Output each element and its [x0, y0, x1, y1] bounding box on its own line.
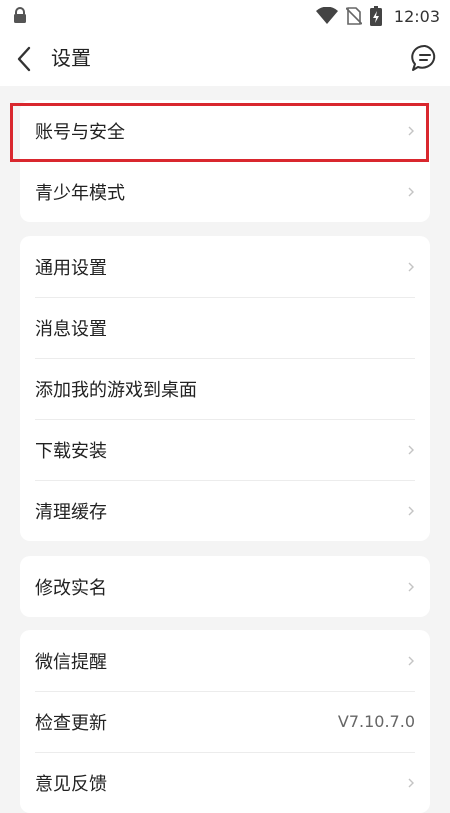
account-security-item[interactable]: 账号与安全 — [20, 100, 430, 161]
chat-bubble-icon[interactable] — [410, 43, 440, 73]
row-label: 清理缓存 — [35, 501, 107, 523]
no-sim-icon — [345, 7, 362, 25]
general-settings-item[interactable]: 通用设置 — [20, 236, 430, 297]
add-games-to-desktop-item[interactable]: 添加我的游戏到桌面 — [20, 358, 430, 419]
header: 设置 — [0, 32, 450, 86]
chevron-right-icon — [408, 778, 414, 787]
settings-group-general: 通用设置 消息设置 添加我的游戏到桌面 下载安装 清理缓存 — [20, 236, 430, 541]
settings-group-realname: 修改实名 — [20, 556, 430, 617]
version-text: V7.10.7.0 — [337, 712, 415, 731]
youth-mode-item[interactable]: 青少年模式 — [20, 161, 430, 222]
back-icon[interactable] — [14, 44, 36, 74]
status-bar: 12:03 — [0, 0, 450, 32]
lock-icon — [14, 7, 26, 23]
settings-group-account: 账号与安全 青少年模式 — [20, 100, 430, 222]
chevron-right-icon — [408, 262, 414, 271]
row-label: 意见反馈 — [35, 773, 107, 795]
settings-group-other: 微信提醒 检查更新 V7.10.7.0 意见反馈 — [20, 630, 430, 813]
chevron-right-icon — [408, 126, 414, 135]
row-label: 账号与安全 — [35, 121, 125, 143]
chevron-right-icon — [408, 445, 414, 454]
row-label: 添加我的游戏到桌面 — [35, 379, 197, 401]
chevron-right-icon — [408, 506, 414, 515]
row-label: 微信提醒 — [35, 651, 107, 673]
status-icons: 12:03 — [315, 5, 440, 27]
battery-charging-icon — [369, 6, 382, 26]
row-label: 下载安装 — [35, 440, 107, 462]
row-label: 通用设置 — [35, 257, 107, 279]
chevron-right-icon — [408, 656, 414, 665]
page-title: 设置 — [51, 46, 91, 70]
row-label: 修改实名 — [35, 577, 107, 599]
row-label: 青少年模式 — [35, 182, 125, 204]
row-label: 检查更新 — [35, 712, 107, 734]
clock: 12:03 — [393, 6, 440, 26]
check-update-item[interactable]: 检查更新 V7.10.7.0 — [20, 691, 430, 752]
clear-cache-item[interactable]: 清理缓存 — [20, 480, 430, 541]
feedback-item[interactable]: 意见反馈 — [20, 752, 430, 813]
chevron-right-icon — [408, 187, 414, 196]
download-install-item[interactable]: 下载安装 — [20, 419, 430, 480]
wechat-reminder-item[interactable]: 微信提醒 — [20, 630, 430, 691]
row-label: 消息设置 — [35, 318, 107, 340]
chevron-right-icon — [408, 582, 414, 591]
wifi-icon — [315, 7, 338, 24]
message-settings-item[interactable]: 消息设置 — [20, 297, 430, 358]
edit-real-name-item[interactable]: 修改实名 — [20, 556, 430, 617]
